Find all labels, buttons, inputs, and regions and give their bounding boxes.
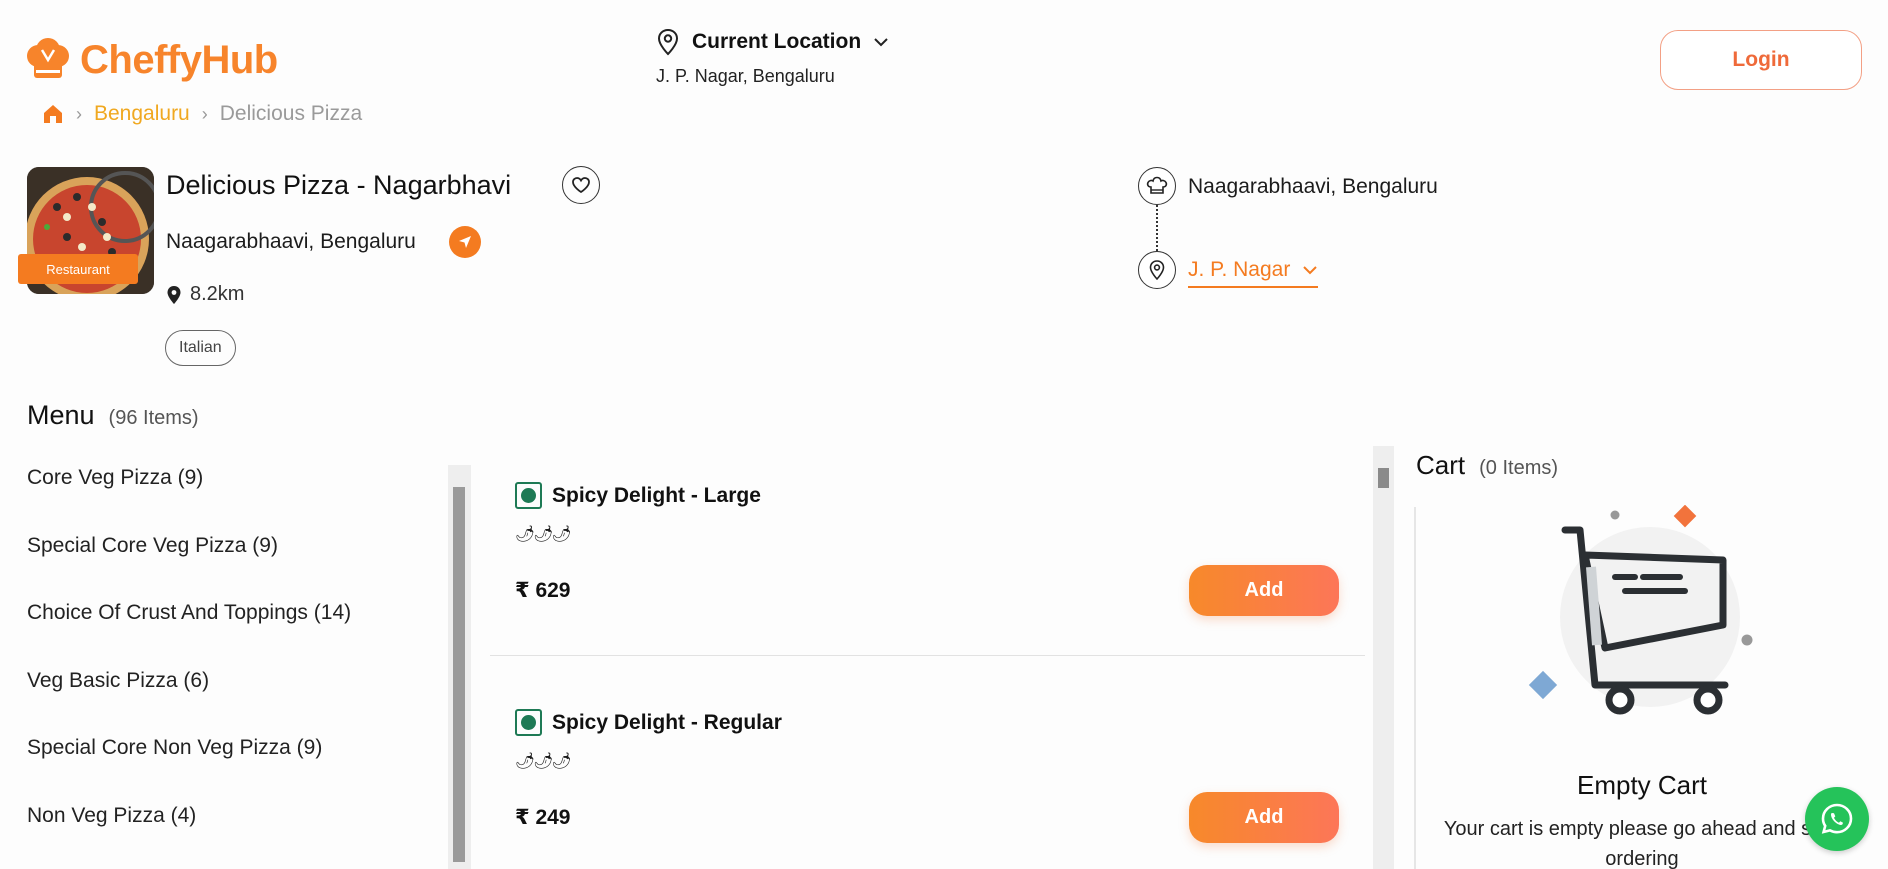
menu-item-name: Spicy Delight - Regular — [552, 711, 782, 734]
empty-cart-illustration-icon — [1528, 505, 1753, 715]
location-address: J. P. Nagar, Bengaluru — [656, 66, 835, 86]
chevron-down-icon — [874, 38, 888, 47]
delivery-location-label: J. P. Nagar — [1188, 258, 1291, 281]
route-dotted-line — [1156, 205, 1158, 255]
cart-header: Cart (0 Items) — [1416, 450, 1558, 481]
category-scrollbar-thumb[interactable] — [453, 487, 465, 862]
location-pin-icon — [1149, 260, 1165, 280]
restaurant-origin-marker — [1138, 167, 1176, 205]
breadcrumb-separator: › — [76, 103, 82, 124]
category-scrollbar[interactable] — [448, 465, 471, 869]
menu-category-item[interactable]: Core Veg Pizza (9) — [27, 466, 351, 534]
menu-category-item[interactable]: Veg Basic Pizza (6) — [27, 669, 351, 737]
location-pin-icon — [657, 28, 679, 56]
menu-item-card: Spicy Delight - Regular 🌶🌶🌶 ₹ 249 Add — [490, 707, 1365, 867]
menu-item-count: (96 Items) — [108, 407, 199, 429]
menu-category-item[interactable]: Special Core Non Veg Pizza (9) — [27, 736, 351, 804]
favorite-button[interactable] — [562, 166, 600, 204]
menu-scrollbar-thumb[interactable] — [1378, 468, 1389, 488]
breadcrumb-city[interactable]: Bengaluru — [94, 102, 190, 126]
whatsapp-icon — [1821, 803, 1853, 834]
restaurant-tag: Restaurant — [18, 254, 138, 284]
menu-item-price: ₹ 249 — [515, 806, 571, 829]
brand-name: CheffyHub — [80, 37, 278, 82]
chef-hat-logo-icon — [27, 38, 69, 78]
menu-item-name: Spicy Delight - Large — [552, 484, 761, 507]
login-button[interactable]: Login — [1660, 30, 1862, 90]
navigation-arrow-icon — [459, 236, 471, 248]
destination-marker — [1138, 251, 1176, 289]
menu-item-price: ₹ 629 — [515, 579, 571, 602]
spice-level: 🌶🌶🌶 — [515, 753, 572, 770]
veg-indicator-icon — [515, 482, 542, 509]
empty-cart-message: Your cart is empty please go ahead and s… — [1443, 818, 1841, 869]
brand-logo[interactable]: CheffyHub — [22, 36, 278, 84]
directions-button[interactable] — [449, 226, 481, 258]
cart-item-count: (0 Items) — [1479, 457, 1559, 479]
breadcrumb: › Bengaluru › Delicious Pizza — [42, 102, 362, 126]
distance-value: 8.2km — [190, 283, 245, 305]
menu-category-item[interactable]: Non Veg Pizza (4) — [27, 804, 351, 869]
menu-header: Menu (96 Items) — [27, 400, 199, 431]
cuisine-chip: Italian — [165, 330, 236, 366]
delivery-location-selector[interactable]: J. P. Nagar — [1188, 258, 1319, 288]
cart-title: Cart — [1416, 450, 1466, 480]
route-origin: Naagarabhaavi, Bengaluru — [1188, 175, 1438, 198]
breadcrumb-separator: › — [201, 103, 208, 124]
whatsapp-chat-button[interactable] — [1805, 787, 1869, 851]
distance-info: 8.2km — [166, 283, 244, 306]
menu-category-list: Core Veg Pizza (9) Special Core Veg Pizz… — [27, 466, 351, 869]
menu-scrollbar[interactable] — [1373, 446, 1394, 869]
restaurant-area: Naagarabhaavi, Bengaluru — [166, 230, 416, 253]
menu-item-card: Spicy Delight - Large 🌶🌶🌶 ₹ 629 Add — [490, 480, 1365, 640]
menu-title: Menu — [27, 400, 95, 430]
cart-divider — [1414, 507, 1416, 869]
breadcrumb-current: Delicious Pizza — [219, 102, 363, 125]
heart-icon — [572, 177, 590, 194]
menu-category-item[interactable]: Special Core Veg Pizza (9) — [27, 534, 351, 602]
empty-cart-title: Empty Cart — [1576, 770, 1708, 800]
location-title: Current Location — [692, 30, 862, 53]
menu-item-divider — [490, 655, 1365, 656]
menu-category-item[interactable]: Choice Of Crust And Toppings (14) — [27, 601, 351, 669]
map-pin-icon — [167, 285, 181, 304]
restaurant-name: Delicious Pizza - Nagarbhavi — [166, 170, 512, 200]
spice-level: 🌶🌶🌶 — [515, 526, 572, 543]
chevron-down-icon — [1303, 266, 1318, 275]
add-to-cart-button[interactable]: Add — [1189, 565, 1339, 616]
chef-hat-icon — [1146, 176, 1168, 194]
add-to-cart-button[interactable]: Add — [1189, 792, 1339, 843]
veg-indicator-icon — [515, 709, 542, 736]
location-selector[interactable]: Current Location J. P. Nagar, Bengaluru — [656, 28, 889, 87]
home-icon[interactable] — [42, 103, 64, 125]
